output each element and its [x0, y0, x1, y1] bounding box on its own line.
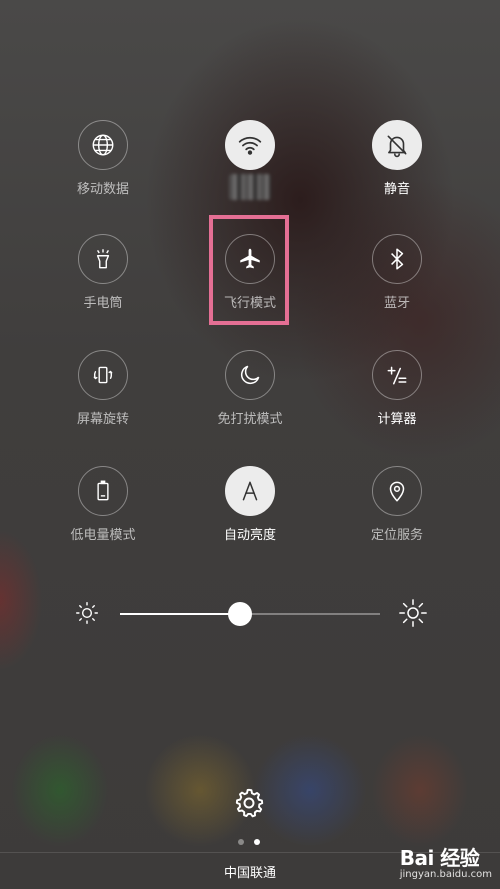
- brightness-slider[interactable]: [70, 595, 430, 635]
- tile-label: 计算器: [377, 412, 417, 427]
- calculator-icon: [372, 350, 422, 400]
- brightness-thumb[interactable]: [227, 602, 252, 626]
- sun-bright-icon: [399, 599, 427, 627]
- bluetooth-icon: [372, 234, 422, 284]
- tile-label: 屏幕旋转: [76, 412, 129, 427]
- tile-label: 低电量模式: [70, 528, 136, 543]
- tile-do-not-disturb[interactable]: 免打扰模式: [180, 350, 320, 427]
- rotate-icon: [78, 350, 128, 400]
- moon-icon: [225, 350, 275, 400]
- tile-flashlight[interactable]: 手电筒: [33, 234, 173, 311]
- tile-label: 自动亮度: [223, 528, 276, 543]
- wifi-network-name-blurred: [229, 174, 271, 200]
- highlight-annotation-box: [209, 215, 289, 325]
- tile-mobile-data[interactable]: 移动数据: [33, 120, 173, 197]
- settings-gear-icon[interactable]: [231, 785, 267, 821]
- globe-icon: [78, 120, 128, 170]
- tile-label: 手电筒: [83, 296, 123, 311]
- tile-low-power-mode[interactable]: 低电量模式: [33, 466, 173, 543]
- tile-label: 蓝牙: [383, 296, 410, 311]
- tile-auto-brightness[interactable]: 自动亮度: [180, 466, 320, 543]
- tile-label: 免打扰模式: [217, 412, 283, 427]
- brightness-fill: [120, 613, 240, 615]
- location-pin-icon: [372, 466, 422, 516]
- battery-icon: [78, 466, 128, 516]
- tile-label: 定位服务: [370, 528, 423, 543]
- tile-label: 静音: [383, 182, 410, 197]
- tile-location-services[interactable]: 定位服务: [327, 466, 467, 543]
- flashlight-icon: [78, 234, 128, 284]
- letter-a-icon: [225, 466, 275, 516]
- page-dot-current[interactable]: [254, 839, 260, 845]
- tile-mute[interactable]: 静音: [327, 120, 467, 197]
- sun-dim-icon: [76, 602, 98, 624]
- page-dot[interactable]: [238, 839, 244, 845]
- watermark-url: jingyan.baidu.com: [399, 869, 492, 880]
- watermark-logo: Bai 经验: [400, 842, 492, 871]
- page-indicator: [238, 839, 260, 845]
- wifi-icon: [225, 120, 275, 170]
- brightness-track[interactable]: [120, 602, 380, 626]
- tile-calculator[interactable]: 计算器: [327, 350, 467, 427]
- tile-wifi[interactable]: [180, 120, 320, 200]
- bell-mute-icon: [372, 120, 422, 170]
- tile-label: 移动数据: [76, 182, 129, 197]
- baidu-jingyan-watermark: Bai 经验 jingyan.baidu.com: [400, 842, 492, 880]
- watermark-logo-text: Bai 经验: [399, 846, 480, 870]
- tile-bluetooth[interactable]: 蓝牙: [327, 234, 467, 311]
- tile-screen-rotation[interactable]: 屏幕旋转: [33, 350, 173, 427]
